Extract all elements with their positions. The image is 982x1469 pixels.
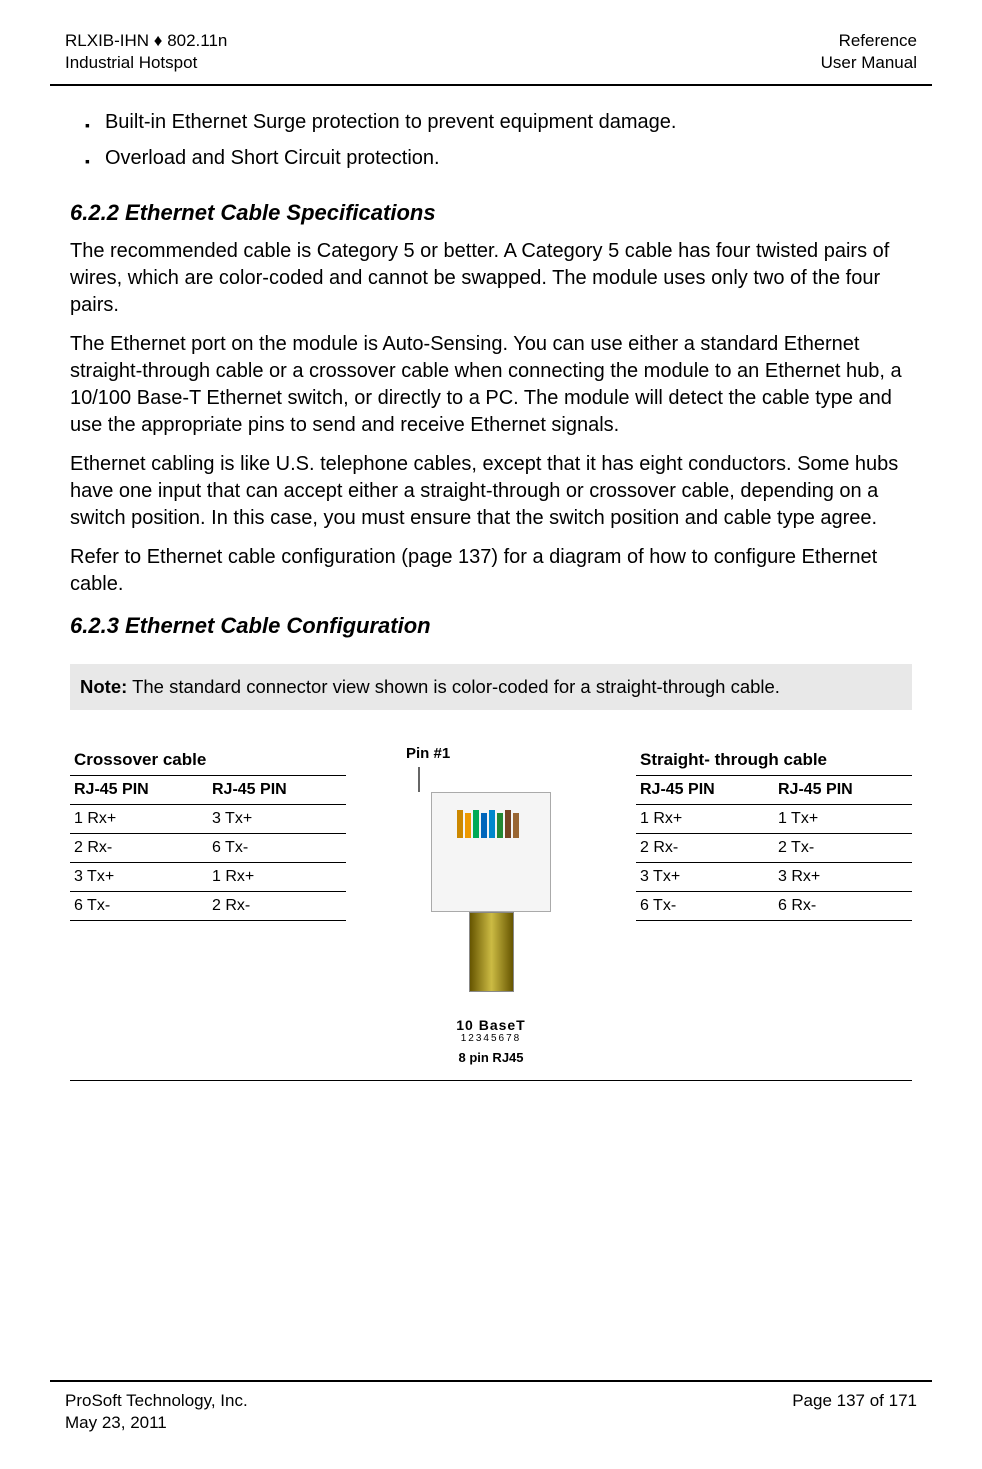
note-text: The standard connector view shown is col… xyxy=(127,676,780,697)
straight-table-block: Straight- through cable RJ-45 PIN RJ-45 … xyxy=(636,745,912,1065)
header-subtitle: Industrial Hotspot xyxy=(65,52,227,74)
table-row: 6 Tx- 6 Rx- xyxy=(636,892,912,921)
table-row: 6 Tx- 2 Rx- xyxy=(70,892,346,921)
table-cell: 2 Rx- xyxy=(208,892,346,921)
pin-icon xyxy=(489,810,495,838)
header-right: Reference User Manual xyxy=(821,30,917,74)
pin-icon xyxy=(457,810,463,838)
diagram-label-10baset: 10 BaseT xyxy=(456,1017,525,1033)
table-cell: 3 Tx+ xyxy=(636,863,774,892)
header-doc-name: User Manual xyxy=(821,52,917,74)
crossover-table-block: Crossover cable RJ-45 PIN RJ-45 PIN 1 Rx… xyxy=(70,745,346,1065)
bullet-marker-icon: ▪ xyxy=(85,111,90,139)
connector-pins xyxy=(457,808,527,838)
pin-arrow-icon xyxy=(418,767,420,792)
table-cell: 6 Tx- xyxy=(636,892,774,921)
pin-icon xyxy=(465,813,471,838)
table-cell: 2 Rx- xyxy=(636,834,774,863)
table-row: 1 Rx+ 3 Tx+ xyxy=(70,805,346,834)
table-cell: 3 Tx+ xyxy=(208,805,346,834)
note-label: Note: xyxy=(80,676,127,697)
section-heading-622: 6.2.2 Ethernet Cable Specifications xyxy=(70,200,912,226)
footer-page-number: Page 137 of 171 xyxy=(792,1390,917,1412)
table-header-row: RJ-45 PIN RJ-45 PIN xyxy=(70,776,346,805)
footer-date: May 23, 2011 xyxy=(65,1412,248,1434)
bullet-text: Built-in Ethernet Surge protection to pr… xyxy=(105,111,676,139)
column-header: RJ-45 PIN xyxy=(208,776,346,805)
header-doc-type: Reference xyxy=(821,30,917,52)
diagram-pin-numbers: 12345678 xyxy=(461,1033,522,1044)
section-heading-623: 6.2.3 Ethernet Cable Configuration xyxy=(70,613,912,639)
page-content: ▪ Built-in Ethernet Surge protection to … xyxy=(50,111,932,1081)
paragraph: The Ethernet port on the module is Auto-… xyxy=(70,331,912,439)
column-header: RJ-45 PIN xyxy=(70,776,208,805)
table-cell: 2 Rx- xyxy=(70,834,208,863)
table-cell: 6 Tx- xyxy=(208,834,346,863)
feature-bullet-list: ▪ Built-in Ethernet Surge protection to … xyxy=(85,111,912,175)
pin-icon xyxy=(481,813,487,838)
straight-pin-table: RJ-45 PIN RJ-45 PIN 1 Rx+ 1 Tx+ 2 Rx- 2 … xyxy=(636,776,912,921)
cable-icon xyxy=(469,912,514,992)
column-header: RJ-45 PIN xyxy=(636,776,774,805)
list-item: ▪ Built-in Ethernet Surge protection to … xyxy=(85,111,912,139)
table-cell: 1 Rx+ xyxy=(70,805,208,834)
table-row: 2 Rx- 2 Tx- xyxy=(636,834,912,863)
header-left: RLXIB-IHN ♦ 802.11n Industrial Hotspot xyxy=(65,30,227,74)
bullet-marker-icon: ▪ xyxy=(85,147,90,175)
table-cell: 6 Tx- xyxy=(70,892,208,921)
footer-company: ProSoft Technology, Inc. xyxy=(65,1390,248,1412)
table-row: 1 Rx+ 1 Tx+ xyxy=(636,805,912,834)
paragraph: Ethernet cabling is like U.S. telephone … xyxy=(70,451,912,532)
header-product: RLXIB-IHN ♦ 802.11n xyxy=(65,30,227,52)
pin-icon xyxy=(513,813,519,838)
crossover-pin-table: RJ-45 PIN RJ-45 PIN 1 Rx+ 3 Tx+ 2 Rx- 6 … xyxy=(70,776,346,921)
table-cell: 6 Rx- xyxy=(774,892,912,921)
rj45-diagram: Pin #1 10 BaseT 12345678 8 pin RJ45 xyxy=(366,745,616,1065)
page-header: RLXIB-IHN ♦ 802.11n Industrial Hotspot R… xyxy=(50,30,932,86)
pin-icon xyxy=(473,810,479,838)
table-row: 2 Rx- 6 Tx- xyxy=(70,834,346,863)
table-row: 3 Tx+ 3 Rx+ xyxy=(636,863,912,892)
pin-icon xyxy=(497,813,503,838)
table-cell: 1 Tx+ xyxy=(774,805,912,834)
paragraph: Refer to Ethernet cable configuration (p… xyxy=(70,544,912,598)
list-item: ▪ Overload and Short Circuit protection. xyxy=(85,147,912,175)
note-box: Note: The standard connector view shown … xyxy=(70,664,912,710)
column-header: RJ-45 PIN xyxy=(774,776,912,805)
table-row: 3 Tx+ 1 Rx+ xyxy=(70,863,346,892)
table-cell: 3 Tx+ xyxy=(70,863,208,892)
table-cell: 3 Rx+ xyxy=(774,863,912,892)
table-title-crossover: Crossover cable xyxy=(70,745,346,776)
cable-tables-row: Crossover cable RJ-45 PIN RJ-45 PIN 1 Rx… xyxy=(70,745,912,1081)
table-header-row: RJ-45 PIN RJ-45 PIN xyxy=(636,776,912,805)
paragraph: The recommended cable is Category 5 or b… xyxy=(70,238,912,319)
table-cell: 1 Rx+ xyxy=(208,863,346,892)
pin-one-label: Pin #1 xyxy=(406,745,450,762)
diagram-label-rj45: 8 pin RJ45 xyxy=(458,1050,523,1065)
pin-icon xyxy=(505,810,511,838)
footer-left: ProSoft Technology, Inc. May 23, 2011 xyxy=(65,1390,248,1434)
page-footer: ProSoft Technology, Inc. May 23, 2011 Pa… xyxy=(50,1380,932,1434)
bullet-text: Overload and Short Circuit protection. xyxy=(105,147,440,175)
table-title-straight: Straight- through cable xyxy=(636,745,912,776)
table-cell: 2 Tx- xyxy=(774,834,912,863)
rj45-connector-icon xyxy=(431,792,551,912)
footer-right: Page 137 of 171 xyxy=(792,1390,917,1434)
table-cell: 1 Rx+ xyxy=(636,805,774,834)
